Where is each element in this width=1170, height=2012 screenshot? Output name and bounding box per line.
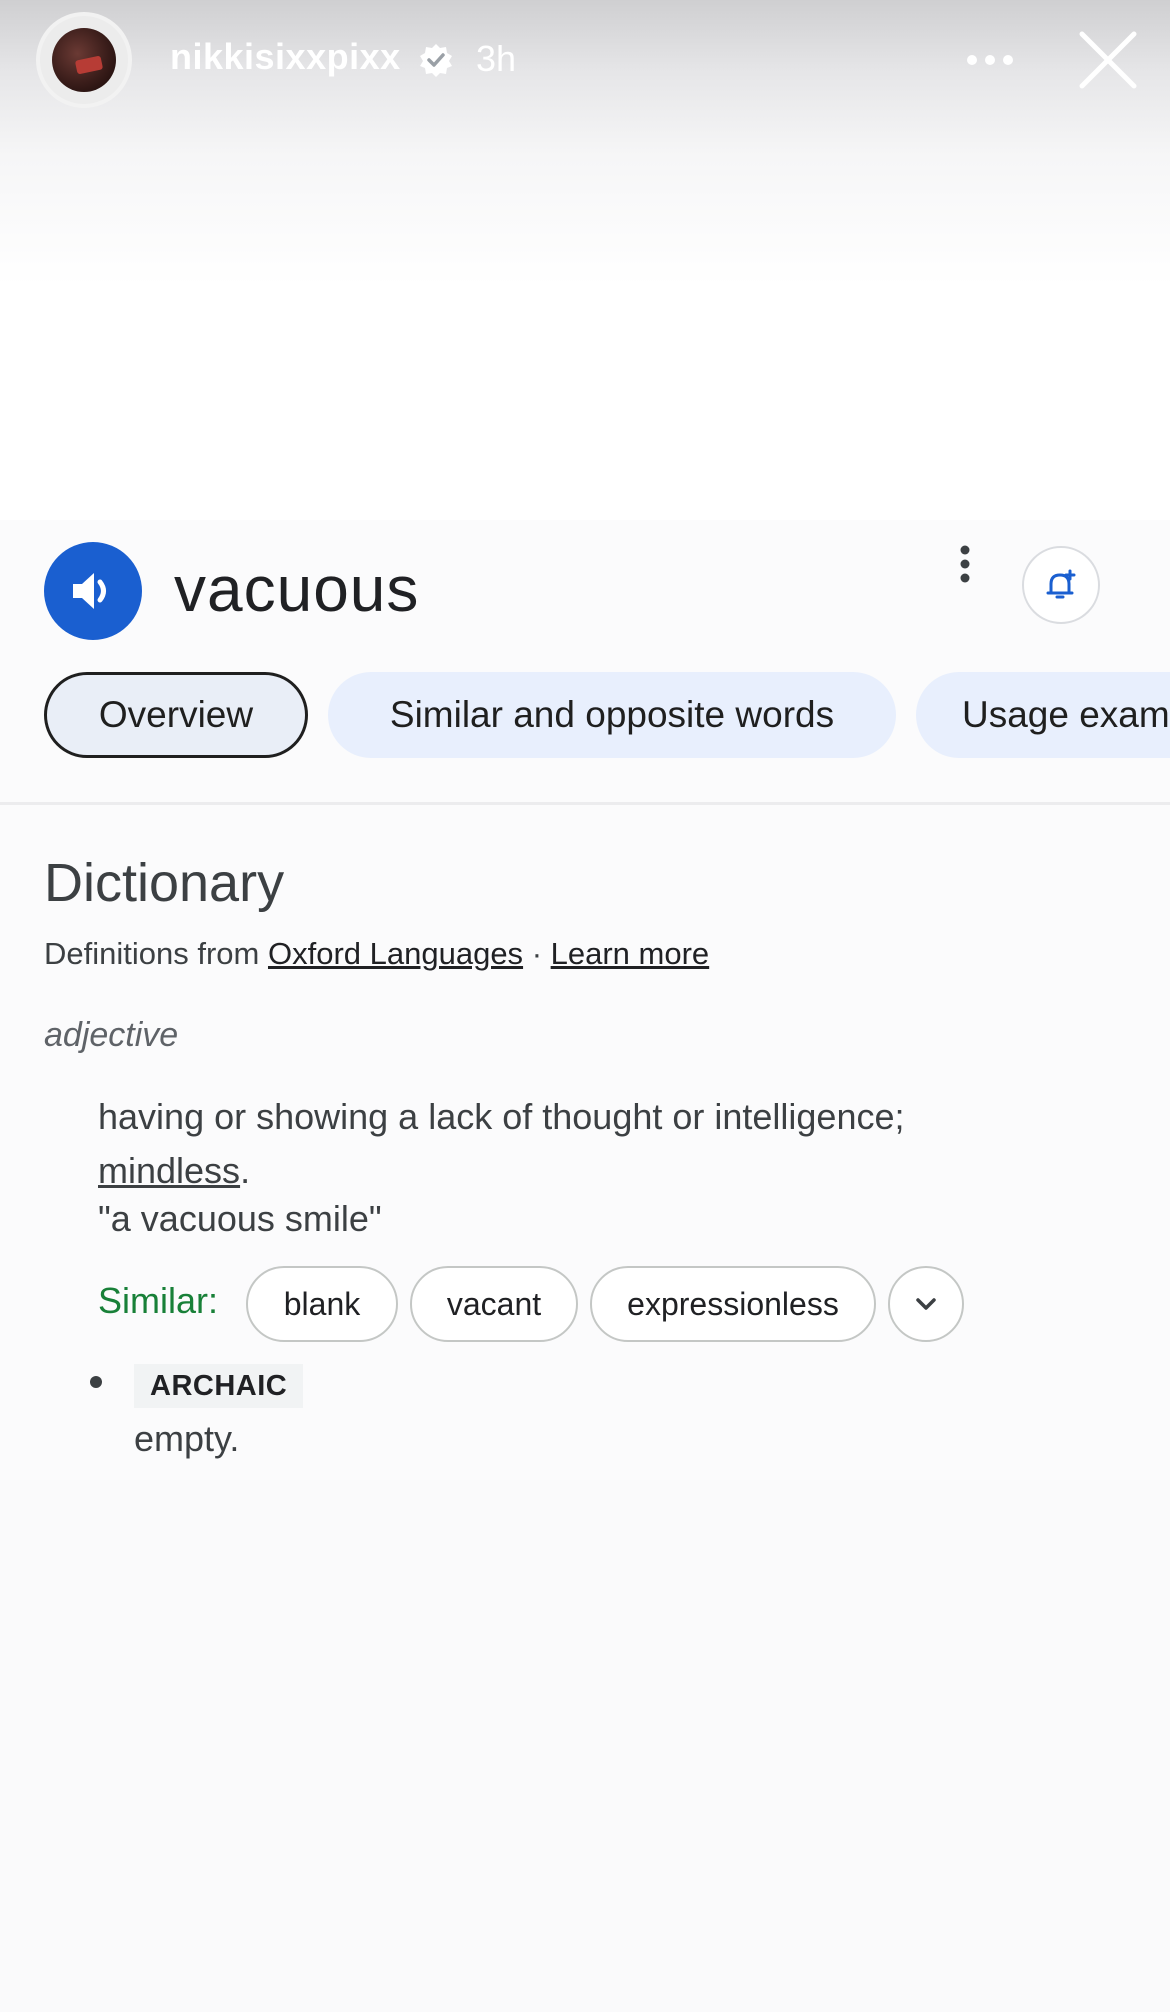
verified-badge-icon [420, 44, 452, 77]
usage-example: "a vacuous smile" [98, 1198, 382, 1239]
source-line: Definitions from Oxford Languages · Lear… [44, 936, 709, 972]
similar-chip-blank[interactable]: blank [246, 1266, 398, 1342]
similar-chip-expressionless[interactable]: expressionless [590, 1266, 876, 1342]
similar-label: Similar: [98, 1280, 219, 1321]
definition-end: . [240, 1150, 251, 1191]
sense-2-definition: empty. [134, 1418, 240, 1459]
story-header: nikkisixxpixx 3h [0, 0, 1170, 120]
sense-bullet [90, 1376, 102, 1388]
more-options-icon[interactable] [962, 44, 1018, 76]
similar-chip-vacant[interactable]: vacant [410, 1266, 578, 1342]
close-icon[interactable] [1076, 28, 1140, 92]
mindless-link[interactable]: mindless [98, 1150, 240, 1191]
definition-text: having or showing a lack of thought or i… [98, 1096, 905, 1137]
bell-plus-icon [1046, 569, 1076, 599]
learn-more-link[interactable]: Learn more [551, 936, 710, 971]
story-username[interactable]: nikkisixxpixx [170, 36, 401, 78]
expand-similar-button[interactable] [888, 1266, 964, 1342]
part-of-speech: adjective [44, 1016, 179, 1054]
source-prefix: Definitions from [44, 936, 260, 971]
speaker-icon [73, 573, 106, 609]
tab-similar-opposite[interactable]: Similar and opposite words [328, 672, 896, 758]
definition: having or showing a lack of thought or i… [98, 1090, 1058, 1198]
tab-bar: Overview Similar and opposite words Usag… [0, 672, 1170, 760]
avatar[interactable] [36, 12, 132, 108]
tab-overview[interactable]: Overview [44, 672, 308, 758]
section-divider [0, 802, 1170, 805]
word-title: vacuous [174, 553, 420, 625]
story-timestamp: 3h [476, 38, 517, 79]
pronunciation-speaker-button[interactable] [44, 542, 142, 640]
tab-usage-examples[interactable]: Usage exam [916, 672, 1170, 758]
section-heading: Dictionary [44, 853, 285, 913]
chevron-down-icon [916, 1298, 936, 1310]
notify-button[interactable] [1022, 546, 1100, 624]
separator: · [531, 936, 543, 971]
story-background-bottom [0, 1480, 1170, 2012]
oxford-languages-link[interactable]: Oxford Languages [268, 936, 523, 971]
archaic-badge: ARCHAIC [134, 1364, 304, 1408]
kebab-menu-icon[interactable] [950, 544, 980, 588]
